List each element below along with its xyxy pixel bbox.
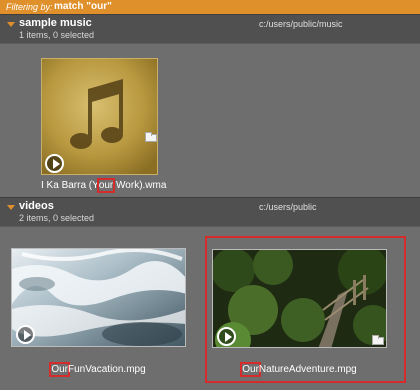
media-caption: OurNatureAdventure.mpg xyxy=(212,362,387,377)
play-button[interactable] xyxy=(217,327,236,346)
group-path: c:/users/public xyxy=(259,202,317,212)
caption-suffix: FunVacation.mpg xyxy=(68,364,146,375)
forest-bridge-image xyxy=(213,250,386,347)
media-caption: OurFunVacation.mpg xyxy=(11,362,186,377)
video-thumbnail[interactable] xyxy=(11,248,186,347)
caption-prefix: I Ka Barra (Y xyxy=(41,180,99,191)
collapse-chevron-icon[interactable] xyxy=(7,22,15,27)
group-header-sample-music[interactable]: sample music 1 items, 0 selected c:/user… xyxy=(0,14,420,44)
filter-label: Filtering by: xyxy=(6,2,53,12)
group-count: 2 items, 0 selected xyxy=(19,213,95,223)
caption-suffix: Work).wma xyxy=(113,180,167,191)
match-highlight: our xyxy=(96,178,116,193)
video-thumbnail[interactable] xyxy=(212,249,387,348)
filter-bar: Filtering by: match "our" xyxy=(0,0,420,14)
folder-icon xyxy=(145,132,157,142)
match-highlight: Our xyxy=(49,362,70,377)
play-button[interactable] xyxy=(16,325,35,344)
match-highlight: Our xyxy=(240,362,261,377)
group-name: sample music xyxy=(19,17,92,29)
play-button[interactable] xyxy=(45,154,64,173)
group-path: c:/users/public/music xyxy=(259,19,343,29)
water-rapids-image xyxy=(12,249,185,346)
filter-value: match "our" xyxy=(54,1,112,12)
folder-icon xyxy=(372,335,384,345)
group-header-videos[interactable]: videos 2 items, 0 selected c:/users/publ… xyxy=(0,197,420,227)
caption-suffix: NatureAdventure.mpg xyxy=(258,364,357,375)
group-count: 1 items, 0 selected xyxy=(19,30,95,40)
group-name: videos xyxy=(19,200,54,212)
collapse-chevron-icon[interactable] xyxy=(7,205,15,210)
album-art[interactable] xyxy=(41,58,158,175)
media-caption: I Ka Barra (Your Work).wma xyxy=(41,178,166,193)
